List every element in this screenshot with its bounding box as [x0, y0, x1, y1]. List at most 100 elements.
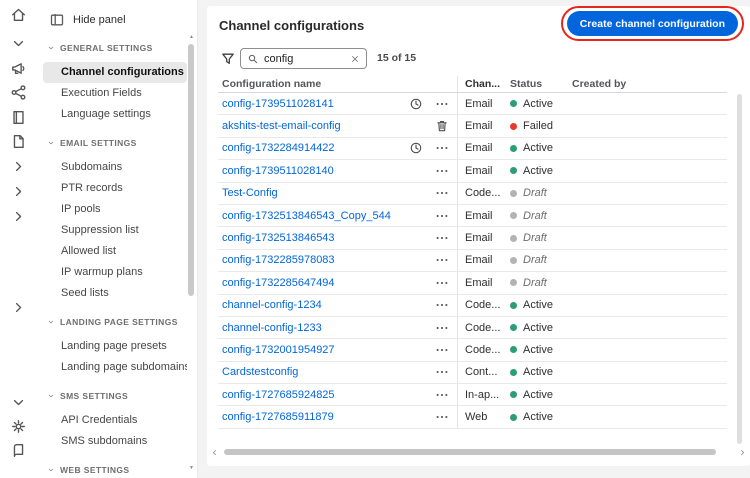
sidebar-item-seed-lists[interactable]: Seed lists: [43, 283, 187, 304]
rail-chevron-right-button[interactable]: [8, 181, 29, 202]
more-actions-icon[interactable]: [435, 253, 449, 267]
page-title: Channel configurations: [219, 18, 365, 33]
table-header-row: Configuration name Chan... Status Created b…: [218, 76, 727, 93]
config-link[interactable]: config-1732001954927: [222, 344, 335, 356]
sidebar-item-language-settings[interactable]: Language settings: [43, 104, 187, 125]
more-actions-icon[interactable]: [435, 410, 449, 424]
column-header[interactable]: Chan...: [457, 76, 510, 92]
sidebar-item-landing-page-presets[interactable]: Landing page presets: [43, 336, 187, 357]
horizontal-scrollbar[interactable]: [210, 446, 747, 458]
sidebar-item-landing-page-subdomains[interactable]: Landing page subdomains: [43, 357, 187, 378]
table-row: config-1732285647494 Email Draft: [218, 272, 727, 295]
horizontal-scrollbar-track[interactable]: [222, 448, 735, 456]
search-box[interactable]: [240, 48, 367, 69]
config-link[interactable]: channel-config-1234: [222, 299, 322, 311]
more-actions-icon[interactable]: [435, 321, 449, 335]
scroll-up-icon[interactable]: ▲: [188, 34, 195, 41]
channel-value: Email: [465, 164, 493, 177]
more-actions-icon[interactable]: [435, 365, 449, 379]
table-row: Cardstestconfig Cont... Active: [218, 361, 727, 385]
sidebar-item-api-credentials[interactable]: API Credentials: [43, 410, 187, 431]
more-actions-icon[interactable]: [435, 209, 449, 223]
chevron-down-icon: [10, 394, 27, 411]
rail-megaphone-button[interactable]: [8, 58, 29, 79]
rail-help-book-button[interactable]: [8, 440, 29, 461]
config-link[interactable]: Cardstestconfig: [222, 366, 298, 378]
more-actions-icon[interactable]: [435, 164, 449, 178]
hide-panel-label: Hide panel: [73, 14, 126, 26]
rail-chevron-down-button[interactable]: [8, 392, 29, 413]
sidebar-scrollbar-thumb[interactable]: [188, 44, 194, 296]
sidebar-item-subdomains[interactable]: Subdomains: [43, 157, 187, 178]
sidebar-item-ip-warmup-plans[interactable]: IP warmup plans: [43, 262, 187, 283]
status-dot: [510, 189, 517, 197]
rail-gear-button[interactable]: [8, 416, 29, 437]
rail-chevron-right-button[interactable]: [8, 297, 29, 318]
table-vertical-scrollbar[interactable]: [736, 94, 743, 444]
section-label: GENERAL SETTINGS: [60, 43, 153, 53]
sidebar-scrollbar[interactable]: ▲ ▼: [187, 34, 196, 472]
sidebar-item-execution-fields[interactable]: Execution Fields: [43, 83, 187, 104]
column-header[interactable]: Status: [510, 78, 572, 90]
config-link[interactable]: config-1732284914422: [222, 142, 335, 154]
megaphone-icon: [10, 60, 27, 77]
sidebar-item-channel-configurations[interactable]: Channel configurations: [43, 62, 187, 83]
config-link[interactable]: config-1727685911879: [222, 411, 334, 423]
scroll-right-icon[interactable]: [738, 447, 747, 458]
table-vertical-scrollbar-thumb[interactable]: [737, 94, 742, 444]
sidebar-item-ip-pools[interactable]: IP pools: [43, 199, 187, 220]
filter-icon[interactable]: [220, 51, 236, 67]
search-input[interactable]: [264, 52, 345, 65]
panel-icon: [49, 12, 65, 28]
config-link[interactable]: Test-Config: [222, 187, 278, 199]
config-link[interactable]: config-1732513846543: [222, 232, 335, 244]
column-header[interactable]: Configuration name: [218, 78, 406, 90]
config-link[interactable]: config-1732513846543_Copy_544: [222, 210, 391, 222]
section-header-email-settings[interactable]: EMAIL SETTINGS: [47, 137, 197, 149]
clear-search-icon[interactable]: [350, 54, 360, 64]
rail-share-nodes-button[interactable]: [8, 82, 29, 103]
more-actions-icon[interactable]: [435, 298, 449, 312]
more-actions-icon[interactable]: [435, 186, 449, 200]
rail-book-button[interactable]: [8, 107, 29, 128]
config-link[interactable]: config-1732285647494: [222, 277, 335, 289]
rail-document-button[interactable]: [8, 131, 29, 152]
section-header-landing-page-settings[interactable]: LANDING PAGE SETTINGS: [47, 316, 197, 328]
rail-chevron-right-button[interactable]: [8, 156, 29, 177]
more-actions-icon[interactable]: [435, 388, 449, 402]
scroll-down-icon[interactable]: ▼: [188, 465, 195, 472]
result-count: 15 of 15: [377, 52, 417, 64]
config-link[interactable]: akshits-test-email-config: [222, 120, 341, 132]
sidebar-item-sms-subdomains[interactable]: SMS subdomains: [43, 431, 187, 452]
more-actions-icon[interactable]: [435, 97, 449, 111]
section-header-sms-settings[interactable]: SMS SETTINGS: [47, 390, 197, 402]
hide-panel-button[interactable]: Hide panel: [37, 0, 197, 30]
config-link[interactable]: channel-config-1233: [222, 322, 322, 334]
channel-value: Email: [465, 276, 493, 289]
rail-chevron-down-button[interactable]: [8, 33, 29, 54]
document-icon: [10, 133, 27, 150]
create-channel-configuration-button[interactable]: Create channel configuration: [566, 11, 738, 36]
table-row: channel-config-1233 Code... Active: [218, 316, 727, 340]
horizontal-scrollbar-thumb[interactable]: [224, 449, 717, 455]
sidebar-item-ptr-records[interactable]: PTR records: [43, 178, 187, 199]
section-header-web-settings[interactable]: WEB SETTINGS: [47, 464, 197, 476]
delete-icon[interactable]: [435, 119, 449, 133]
config-link[interactable]: config-1739511028141: [222, 98, 334, 110]
more-actions-icon[interactable]: [435, 231, 449, 245]
sidebar-item-suppression-list[interactable]: Suppression list: [43, 220, 187, 241]
section-header-general-settings[interactable]: GENERAL SETTINGS: [47, 42, 197, 54]
config-link[interactable]: config-1732285978083: [222, 254, 335, 266]
channel-value: Email: [465, 142, 493, 155]
scroll-left-icon[interactable]: [210, 447, 219, 458]
column-header[interactable]: Created by: [572, 78, 727, 90]
more-actions-icon[interactable]: [435, 141, 449, 155]
sidebar-item-allowed-list[interactable]: Allowed list: [43, 241, 187, 262]
rail-chevron-right-button[interactable]: [8, 206, 29, 227]
config-link[interactable]: config-1727685924825: [222, 389, 335, 401]
status-dot: [510, 167, 517, 175]
more-actions-icon[interactable]: [435, 343, 449, 357]
more-actions-icon[interactable]: [435, 276, 449, 290]
config-link[interactable]: config-1739511028140: [222, 165, 334, 177]
rail-home-button[interactable]: [8, 4, 29, 25]
